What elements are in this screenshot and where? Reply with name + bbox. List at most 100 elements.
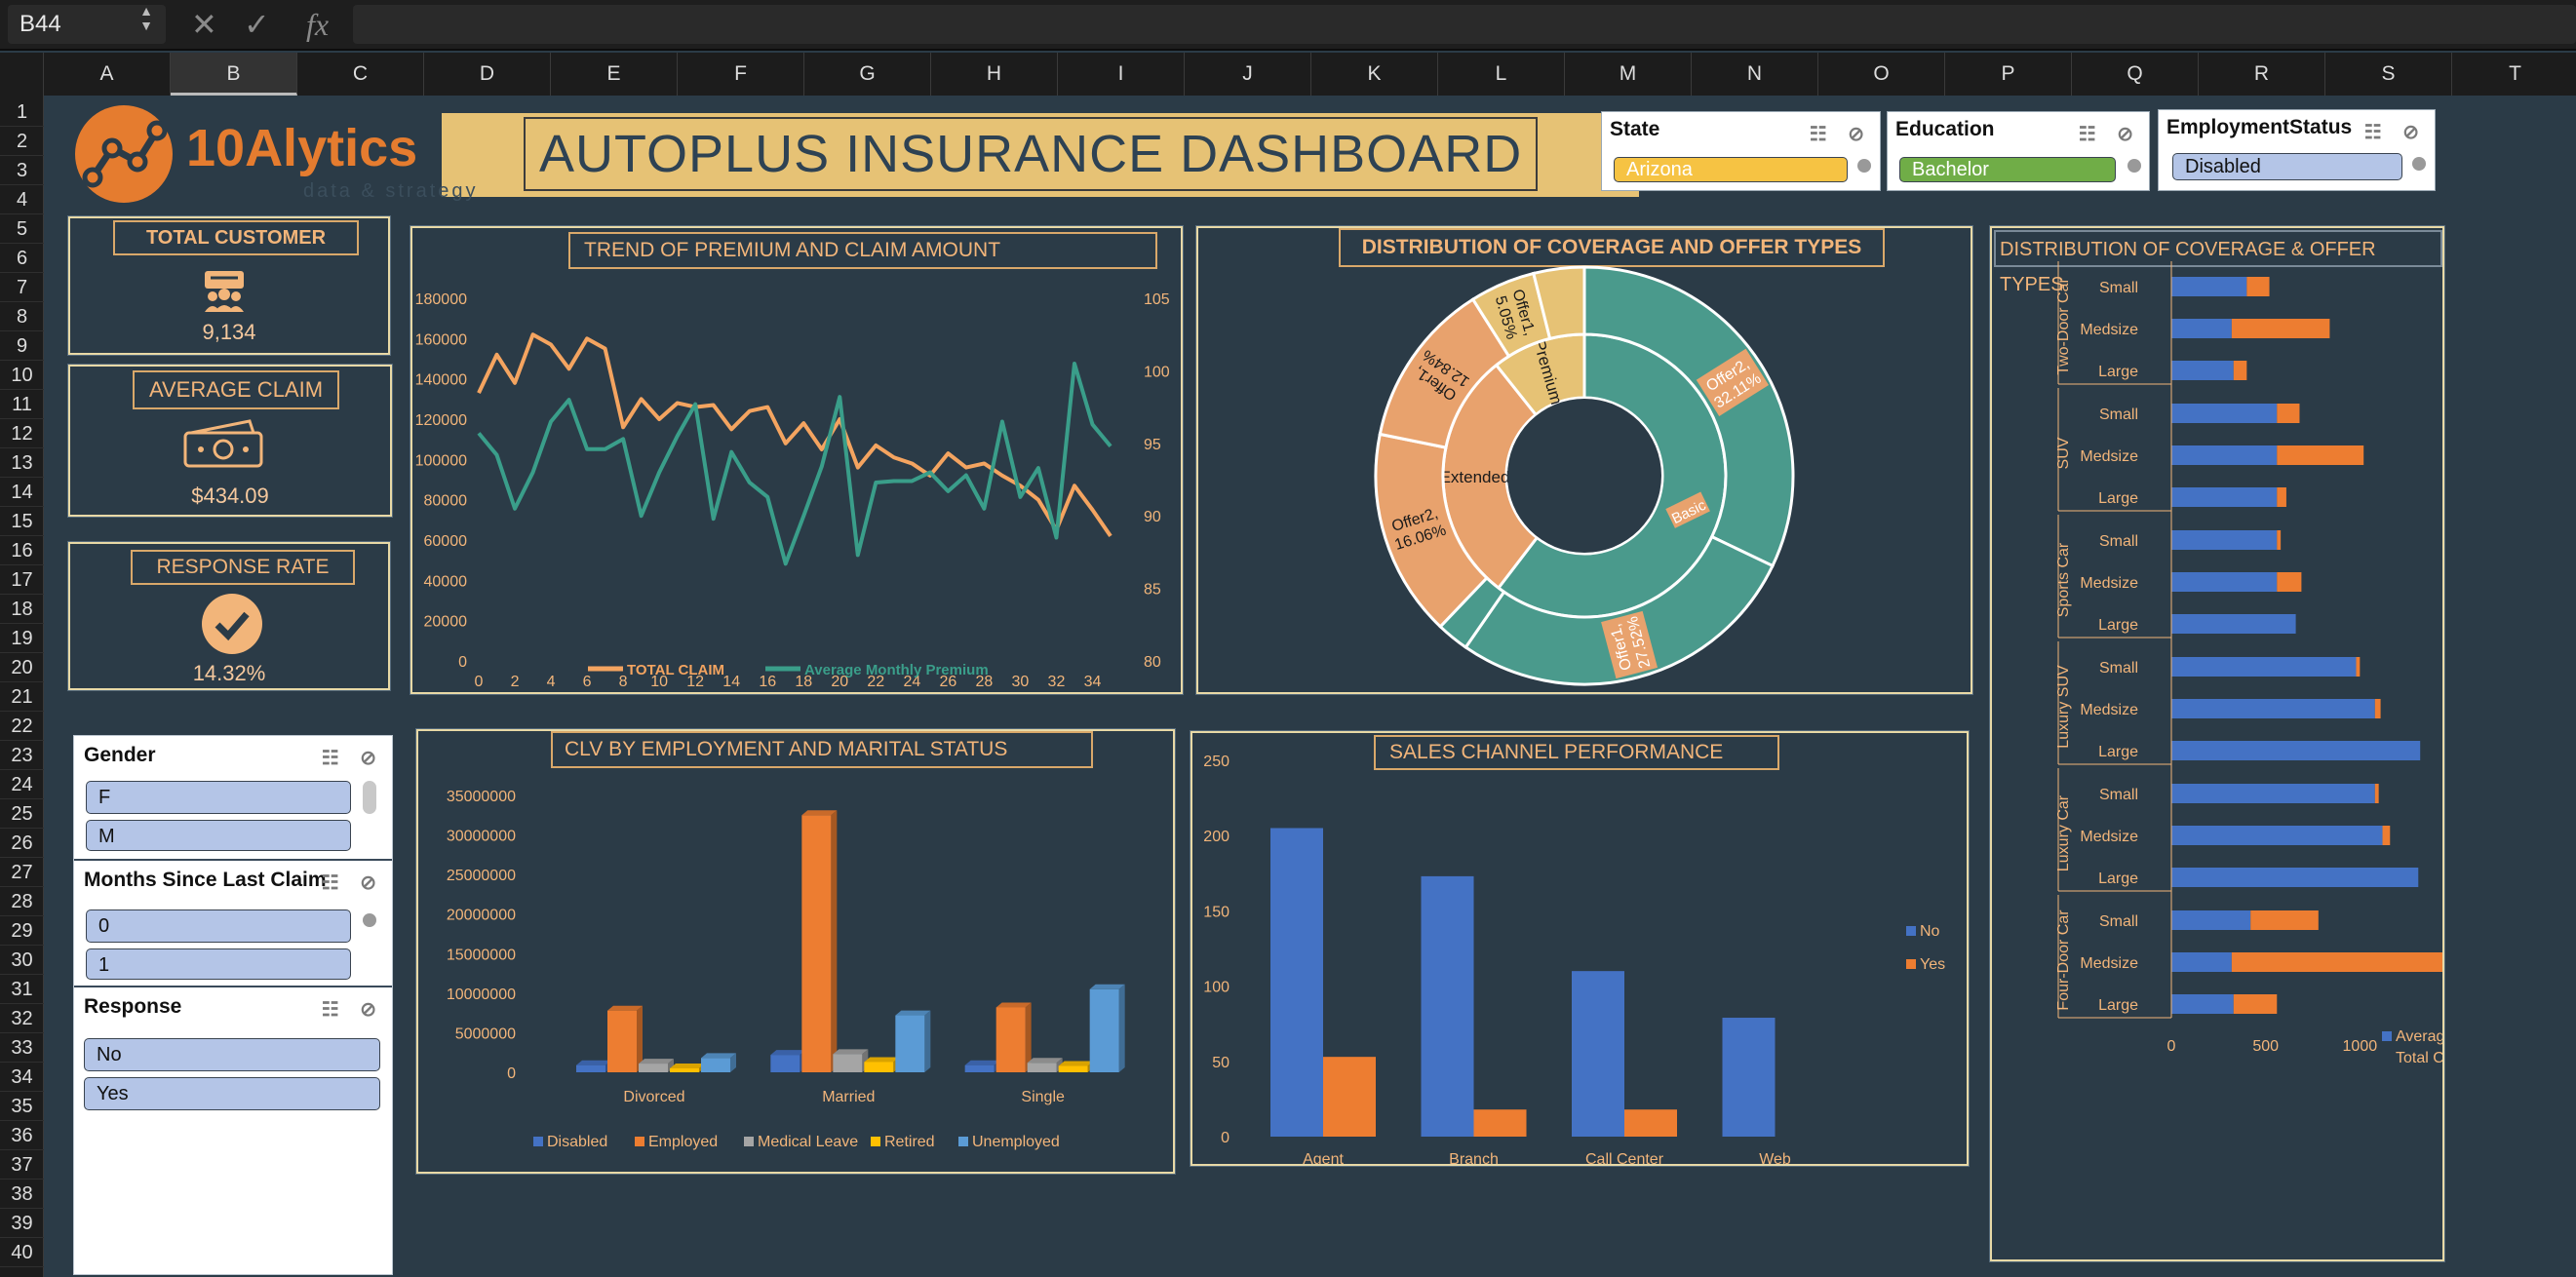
column-header-c[interactable]: C <box>297 53 424 96</box>
column-header-p[interactable]: P <box>1945 53 2072 96</box>
multi-select-icon[interactable]: ☷ ⊘ <box>2364 120 2427 144</box>
y-left-tick-label: 160000 <box>415 331 467 348</box>
row-header-13[interactable]: 13 <box>0 448 44 478</box>
row-header-36[interactable]: 36 <box>0 1121 44 1150</box>
row-header-19[interactable]: 19 <box>0 624 44 653</box>
column-header-n[interactable]: N <box>1692 53 1818 96</box>
multi-select-icon[interactable]: ☷ ⊘ <box>1810 122 1872 146</box>
row-header-28[interactable]: 28 <box>0 887 44 916</box>
row-header-8[interactable]: 8 <box>0 302 44 331</box>
row-header-24[interactable]: 24 <box>0 770 44 799</box>
slicer-scrollbar[interactable] <box>363 913 376 927</box>
row-header-4[interactable]: 4 <box>0 185 44 214</box>
row-header-10[interactable]: 10 <box>0 361 44 390</box>
row-header-16[interactable]: 16 <box>0 536 44 565</box>
row-header-30[interactable]: 30 <box>0 946 44 975</box>
row-header-5[interactable]: 5 <box>0 214 44 244</box>
column-header-b[interactable]: B <box>171 53 297 96</box>
column-header-h[interactable]: H <box>931 53 1058 96</box>
row-header-22[interactable]: 22 <box>0 712 44 741</box>
row-header-21[interactable]: 21 <box>0 682 44 712</box>
months-item-1[interactable]: 1 <box>86 948 351 980</box>
row-header-26[interactable]: 26 <box>0 829 44 858</box>
slicer-scrollbar[interactable] <box>2412 157 2426 171</box>
response-item-no[interactable]: No <box>84 1038 380 1071</box>
enter-icon[interactable]: ✓ <box>244 6 270 43</box>
row-header-3[interactable]: 3 <box>0 156 44 185</box>
row-header-39[interactable]: 39 <box>0 1209 44 1238</box>
row-header-9[interactable]: 9 <box>0 331 44 361</box>
row-header-12[interactable]: 12 <box>0 419 44 448</box>
gender-item-m[interactable]: M <box>86 820 351 851</box>
clv-chart-card[interactable]: CLV BY EMPLOYMENT AND MARITAL STATUS 0 50… <box>416 729 1175 1174</box>
multi-select-icon[interactable]: ☷ ⊘ <box>2079 122 2141 146</box>
slicer-scrollbar[interactable] <box>363 781 376 814</box>
formula-input[interactable] <box>353 5 2576 44</box>
column-header-o[interactable]: O <box>1818 53 1945 96</box>
column-header-e[interactable]: E <box>551 53 678 96</box>
column-header-f[interactable]: F <box>678 53 804 96</box>
row-header-25[interactable]: 25 <box>0 799 44 829</box>
multi-select-icon[interactable]: ☷ ⊘ <box>322 746 384 770</box>
coverage-bar-card[interactable]: DISTRIBUTION OF COVERAGE & OFFER TYPES T… <box>1990 226 2444 1261</box>
column-header-l[interactable]: L <box>1438 53 1565 96</box>
education-item-bachelor[interactable]: Bachelor <box>1899 157 2116 182</box>
employment-status-slicer[interactable]: EmploymentStatus ☷ ⊘ Disabled <box>2158 109 2436 191</box>
response-item-yes[interactable]: Yes <box>84 1077 380 1110</box>
column-header-a[interactable]: A <box>44 53 171 96</box>
average-claim-value: $434.09 <box>191 484 269 508</box>
row-header-29[interactable]: 29 <box>0 916 44 946</box>
row-header-1[interactable]: 1 <box>0 97 44 127</box>
row-header-6[interactable]: 6 <box>0 244 44 273</box>
slicer-scrollbar[interactable] <box>2127 159 2141 173</box>
row-header-15[interactable]: 15 <box>0 507 44 536</box>
column-header-d[interactable]: D <box>424 53 551 96</box>
name-box-spinner[interactable]: ▲ ▼ <box>137 4 156 33</box>
row-header-32[interactable]: 32 <box>0 1004 44 1033</box>
months-since-last-claim-slicer[interactable]: Months Since Last Claim ☷ ⊘ 0 1 <box>74 861 392 987</box>
column-header-k[interactable]: K <box>1311 53 1438 96</box>
row-header-38[interactable]: 38 <box>0 1180 44 1209</box>
row-header-35[interactable]: 35 <box>0 1092 44 1121</box>
cancel-icon[interactable]: ✕ <box>191 6 217 43</box>
gender-slicer[interactable]: Gender ☷ ⊘ F M <box>74 736 392 861</box>
state-slicer[interactable]: State ☷ ⊘ Arizona <box>1601 111 1881 191</box>
row-header-11[interactable]: 11 <box>0 390 44 419</box>
row-header-33[interactable]: 33 <box>0 1033 44 1063</box>
row-header-27[interactable]: 27 <box>0 858 44 887</box>
column-header-j[interactable]: J <box>1185 53 1311 96</box>
row-header-17[interactable]: 17 <box>0 565 44 595</box>
category-label: Large <box>2098 744 2138 760</box>
row-header-18[interactable]: 18 <box>0 595 44 624</box>
multi-select-icon[interactable]: ☷ ⊘ <box>322 997 384 1022</box>
select-all-corner[interactable] <box>0 53 44 96</box>
months-item-0[interactable]: 0 <box>86 909 351 943</box>
column-header-s[interactable]: S <box>2325 53 2452 96</box>
row-header-31[interactable]: 31 <box>0 975 44 1004</box>
row-header-40[interactable]: 40 <box>0 1238 44 1267</box>
gender-item-f[interactable]: F <box>86 781 351 814</box>
row-header-20[interactable]: 20 <box>0 653 44 682</box>
clear-filter-icon[interactable]: ☷ ⊘ <box>322 871 384 895</box>
row-header-7[interactable]: 7 <box>0 273 44 302</box>
slicer-scrollbar[interactable] <box>1857 159 1871 173</box>
response-slicer[interactable]: Response ☷ ⊘ No Yes <box>74 987 392 1274</box>
column-header-m[interactable]: M <box>1565 53 1692 96</box>
row-header-14[interactable]: 14 <box>0 478 44 507</box>
column-header-g[interactable]: G <box>804 53 931 96</box>
sales-channel-card[interactable]: SALES CHANNEL PERFORMANCE 0 50 100 150 200 25… <box>1190 731 1969 1166</box>
column-header-r[interactable]: R <box>2199 53 2325 96</box>
education-slicer[interactable]: Education ☷ ⊘ Bachelor <box>1887 111 2150 191</box>
row-header-37[interactable]: 37 <box>0 1150 44 1180</box>
state-item-arizona[interactable]: Arizona <box>1614 157 1848 182</box>
column-header-q[interactable]: Q <box>2072 53 2199 96</box>
row-header-34[interactable]: 34 <box>0 1063 44 1092</box>
coverage-sunburst-card[interactable]: DISTRIBUTION OF COVERAGE AND OFFER TYPES… <box>1196 226 1972 694</box>
fx-icon[interactable]: fx <box>306 6 329 43</box>
row-header-2[interactable]: 2 <box>0 127 44 156</box>
column-header-t[interactable]: T <box>2452 53 2576 96</box>
row-header-23[interactable]: 23 <box>0 741 44 770</box>
employment-item-disabled[interactable]: Disabled <box>2172 153 2402 180</box>
column-header-i[interactable]: I <box>1058 53 1185 96</box>
trend-chart-card[interactable]: TREND OF PREMIUM AND CLAIM AMOUNT 0 20000… <box>410 226 1183 694</box>
